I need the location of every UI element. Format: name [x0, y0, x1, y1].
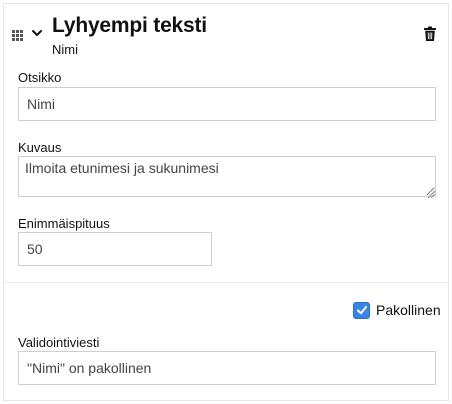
pakollinen-label[interactable]: Pakollinen [376, 302, 441, 318]
field-name-subtitle: Nimi [52, 42, 78, 57]
field-editor-card: Lyhyempi teksti Nimi Otsikko Kuvaus Ilmo… [3, 3, 449, 401]
field-header: Lyhyempi teksti Nimi [4, 4, 448, 66]
enimmaispituus-input[interactable] [18, 232, 212, 266]
trash-icon[interactable] [423, 26, 437, 42]
pakollinen-checkbox[interactable] [353, 301, 370, 319]
validointiviesti-input[interactable] [18, 351, 436, 385]
enimmaispituus-label: Enimmäispituus [18, 216, 110, 231]
chevron-down-icon[interactable] [30, 26, 44, 40]
otsikko-input[interactable] [18, 87, 436, 121]
checkmark-icon [356, 306, 367, 315]
kuvaus-label: Kuvaus [18, 140, 62, 155]
otsikko-label: Otsikko [18, 70, 62, 85]
pakollinen-row: Pakollinen [353, 300, 441, 320]
field-type-title: Lyhyempi teksti [52, 14, 207, 37]
section-divider [4, 282, 448, 283]
validointiviesti-label: Validointiviesti [18, 335, 100, 350]
drag-handle-icon[interactable] [12, 30, 23, 41]
kuvaus-textarea[interactable]: Ilmoita etunimesi ja sukunimesi [18, 156, 436, 197]
